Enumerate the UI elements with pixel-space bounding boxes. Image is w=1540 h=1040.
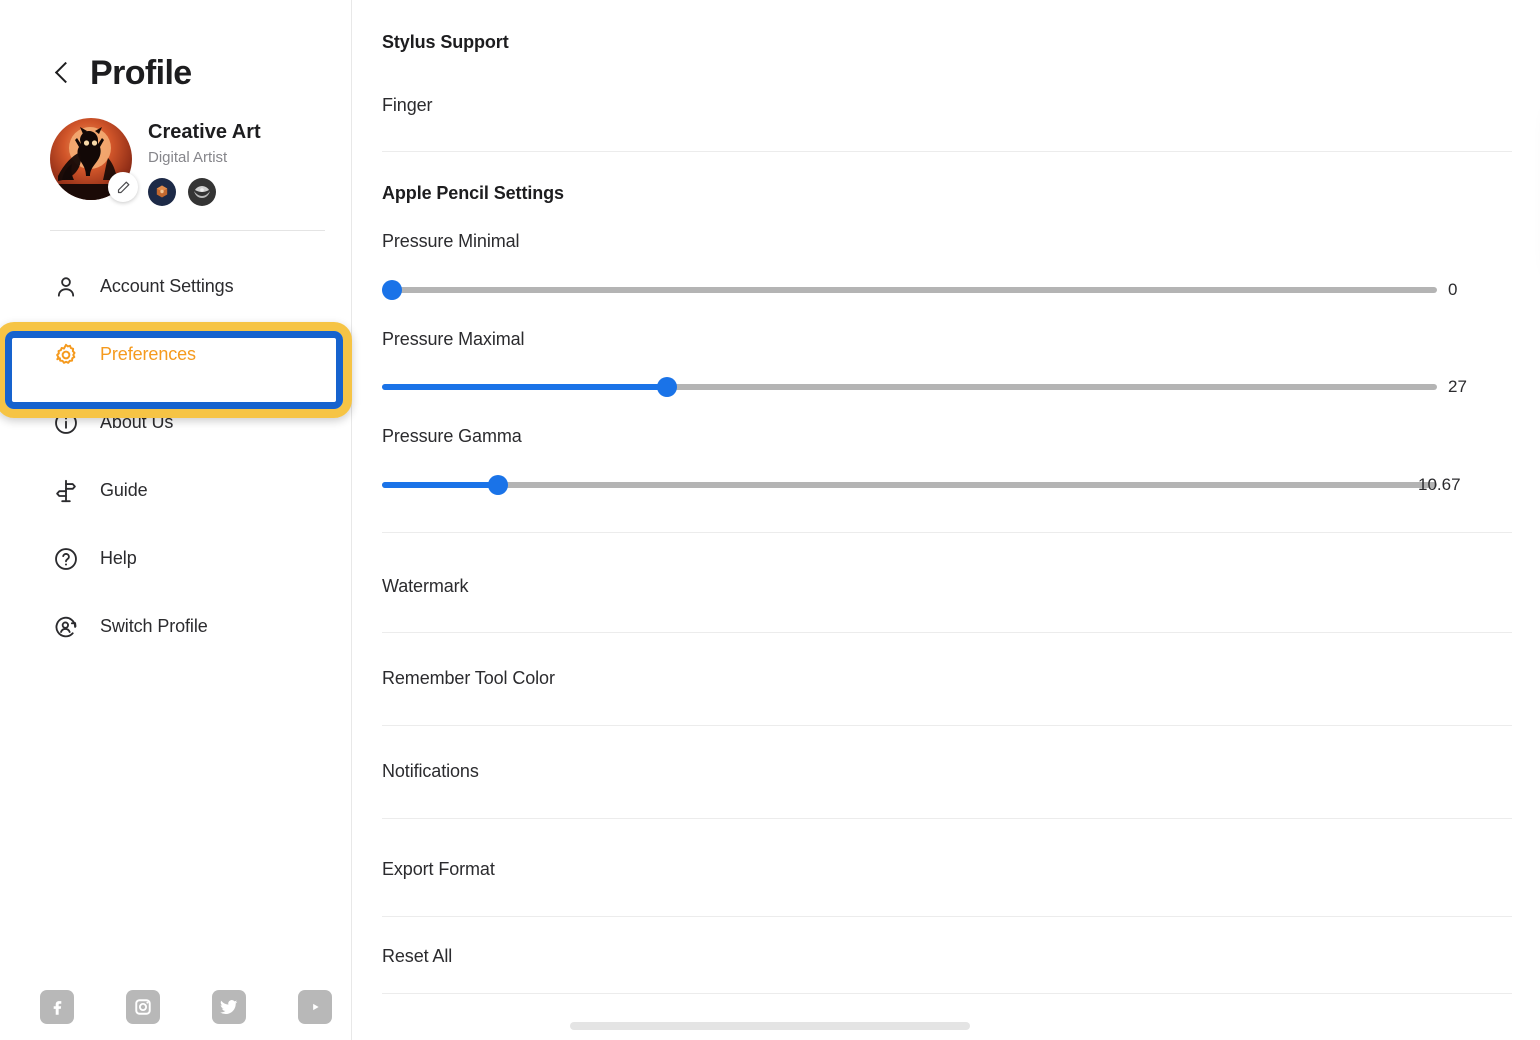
pencil-icon[interactable]	[108, 172, 138, 202]
divider	[382, 151, 1512, 152]
sidebar-item-label: Help	[100, 548, 137, 568]
reset-all-button[interactable]: Reset All	[382, 946, 452, 967]
sidebar-item-preferences[interactable]: Preferences	[0, 321, 351, 389]
sidebar-item-label: About Us	[100, 412, 174, 432]
chevron-left-icon[interactable]	[52, 62, 74, 84]
pressure-minimal-slider[interactable]	[382, 280, 1437, 300]
watermark-label: Watermark	[382, 576, 469, 596]
sidebar-item-switch-profile[interactable]: Switch Profile	[0, 593, 351, 661]
main-content: Stylus Support Finger Palm Reject Apple …	[352, 0, 1540, 1040]
person-icon	[52, 273, 80, 301]
youtube-icon[interactable]	[298, 990, 332, 1024]
divider	[382, 632, 1512, 633]
sidebar-nav: Account Settings Preferences About Us Gu…	[0, 231, 351, 661]
divider	[382, 993, 1512, 994]
sidebar: Profile Creative Art Digital Artist Acco…	[0, 0, 352, 1040]
slider-value: 10.67	[1418, 475, 1461, 494]
stylus-support-title: Stylus Support	[382, 32, 509, 52]
finger-label: Finger	[382, 95, 433, 115]
slider-value: 0	[1448, 280, 1458, 299]
sidebar-item-about-us[interactable]: About Us	[0, 389, 351, 457]
slider-fill	[382, 482, 499, 488]
profile-block: Creative Art Digital Artist	[0, 90, 351, 206]
divider	[382, 532, 1512, 533]
notifications-label: Notifications	[382, 761, 479, 781]
export-format-label: Export Format	[382, 859, 495, 879]
sidebar-item-label: Preferences	[100, 344, 196, 364]
sidebar-item-label: Guide	[100, 480, 148, 500]
pressure-maximal-slider[interactable]	[382, 377, 1437, 397]
sidebar-item-label: Switch Profile	[100, 616, 208, 636]
question-circle-icon	[52, 545, 80, 573]
slider-label: Pressure Gamma	[382, 426, 522, 446]
gear-icon	[52, 341, 80, 369]
switch-user-icon	[52, 613, 80, 641]
info-circle-icon	[52, 409, 80, 437]
hexagon-badge[interactable]	[148, 177, 176, 206]
sidebar-item-label: Account Settings	[100, 276, 234, 296]
sidebar-item-account-settings[interactable]: Account Settings	[0, 253, 351, 321]
slider-label: Pressure Minimal	[382, 231, 520, 251]
emblem-badge[interactable]	[188, 177, 216, 206]
social-links	[40, 990, 332, 1024]
profile-role: Digital Artist	[148, 149, 228, 166]
slider-label: Pressure Maximal	[382, 329, 525, 349]
slider-fill	[382, 384, 667, 390]
profile-badges	[148, 177, 261, 206]
home-indicator[interactable]	[570, 1022, 970, 1030]
preferences-screen: Profile Creative Art Digital Artist Acco…	[0, 0, 1540, 1040]
sidebar-item-guide[interactable]: Guide	[0, 457, 351, 525]
page-title: Profile	[90, 54, 192, 92]
slider-value: 27	[1448, 377, 1467, 396]
signpost-icon	[52, 477, 80, 505]
divider	[382, 818, 1512, 819]
sidebar-item-help[interactable]: Help	[0, 525, 351, 593]
slider-thumb[interactable]	[488, 475, 509, 495]
slider-track[interactable]	[382, 482, 1437, 488]
divider	[382, 725, 1512, 726]
facebook-icon[interactable]	[40, 990, 74, 1024]
profile-text: Creative Art Digital Artist	[148, 118, 261, 206]
divider	[382, 916, 1512, 917]
avatar[interactable]	[50, 118, 138, 202]
apple-pencil-title: Apple Pencil Settings	[382, 183, 564, 203]
sidebar-header: Profile	[0, 0, 351, 90]
remember-tool-color-label: Remember Tool Color	[382, 668, 555, 688]
slider-thumb[interactable]	[656, 377, 677, 397]
pressure-gamma-slider[interactable]	[382, 475, 1437, 495]
instagram-icon[interactable]	[126, 990, 160, 1024]
slider-thumb[interactable]	[382, 280, 402, 300]
twitter-icon[interactable]	[212, 990, 246, 1024]
profile-name: Creative Art	[148, 121, 261, 143]
slider-track[interactable]	[382, 287, 1437, 293]
